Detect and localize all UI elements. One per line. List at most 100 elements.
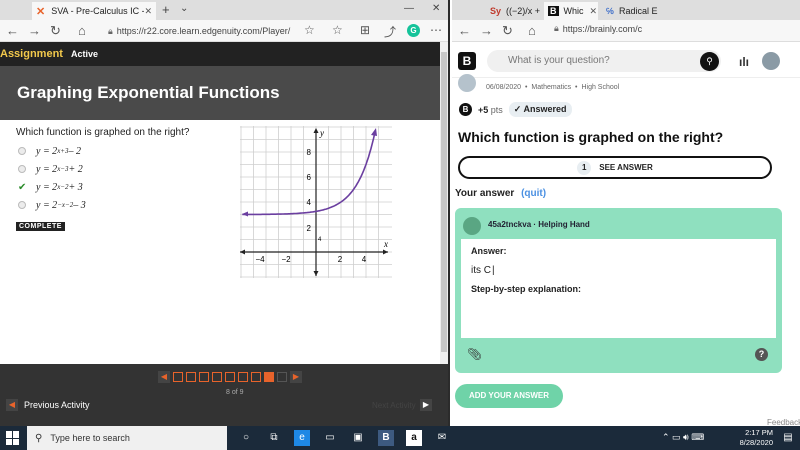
back-arrow-icon[interactable]: ←: [6, 23, 19, 38]
forward-arrow-icon[interactable]: →: [480, 23, 493, 38]
more-menu-icon[interactable]: ⋯: [430, 23, 442, 37]
favorite-star-icon[interactable]: ☆: [304, 23, 315, 37]
url-text: https://brainly.com/c: [562, 23, 643, 34]
tab-dropdown-icon[interactable]: ⌄: [180, 3, 188, 14]
assignment-bar: Assignment Active: [0, 42, 448, 66]
y-axis-label: y: [319, 128, 324, 138]
option-tail: + 2: [68, 163, 83, 175]
refresh-icon[interactable]: ↻: [50, 23, 61, 39]
back-arrow-icon[interactable]: ←: [458, 23, 471, 38]
active-label[interactable]: Active: [71, 49, 98, 59]
next-activity-label[interactable]: Next Activity: [372, 401, 416, 410]
prev-page-icon[interactable]: ◀: [158, 371, 170, 383]
previous-activity-button[interactable]: ◀ Previous Activity: [6, 399, 90, 411]
see-answer-button[interactable]: 1 SEE ANSWER: [458, 156, 772, 179]
mail-icon[interactable]: ✉: [434, 430, 450, 446]
windows-start-icon[interactable]: [6, 431, 20, 445]
page-dot[interactable]: [186, 372, 196, 382]
option-d[interactable]: y = 2 −x−2 – 3: [18, 198, 86, 212]
clock[interactable]: 2:17 PM 8/28/2020: [733, 428, 773, 448]
helper-name[interactable]: 45a2tnckva: [488, 220, 531, 229]
lock-icon: 🔒︎: [554, 23, 559, 33]
url-field[interactable]: 🔒︎ https://r22.core.learn.edgenuity.com/…: [108, 23, 326, 39]
helper-avatar[interactable]: [463, 217, 481, 235]
taskbar-search[interactable]: ⚲ Type here to search: [27, 426, 227, 450]
page-dot[interactable]: [173, 372, 183, 382]
radio-button[interactable]: [18, 147, 26, 155]
quit-link[interactable]: (quit): [521, 188, 546, 199]
page-dot[interactable]: [277, 372, 287, 382]
close-tab-icon[interactable]: ✕: [144, 6, 152, 17]
brainly-logo-icon[interactable]: B: [458, 52, 476, 70]
add-answer-button[interactable]: ADD YOUR ANSWER: [455, 384, 563, 408]
next-page-icon[interactable]: ▶: [290, 371, 302, 383]
attachment-icon[interactable]: 📎︎: [467, 347, 482, 361]
page-dot[interactable]: [225, 372, 235, 382]
browser-tab-radical[interactable]: ℅ Radical E: [602, 2, 662, 20]
option-b[interactable]: y = 2 x−3 + 2: [18, 162, 83, 176]
home-icon[interactable]: ⌂: [528, 23, 536, 38]
lesson-header: Graphing Exponential Functions: [0, 66, 448, 120]
page-dot[interactable]: [251, 372, 261, 382]
notification-icon[interactable]: ▤: [780, 430, 796, 446]
next-activity-icon[interactable]: ▶: [420, 399, 432, 411]
help-icon[interactable]: ?: [755, 348, 768, 361]
reading-list-icon[interactable]: ⊞: [360, 23, 370, 37]
assignment-label[interactable]: Assignment: [0, 48, 63, 60]
leaderboard-icon[interactable]: ılı: [739, 55, 749, 69]
question-text: Which function is graphed on the right?: [16, 127, 190, 138]
search-icon[interactable]: ⚲: [700, 52, 719, 71]
page-dot[interactable]: [199, 372, 209, 382]
task-view-icon[interactable]: ⧉: [266, 430, 282, 446]
tab-title: Whic: [563, 6, 584, 16]
new-tab-button[interactable]: +: [162, 2, 170, 17]
browser-tab-edgenuity[interactable]: ✕ SVA - Pre-Calculus IC - E ✕: [32, 2, 156, 20]
left-browser-window: ✕ SVA - Pre-Calculus IC - E ✕ + ⌄ — ✕ ← …: [0, 0, 450, 426]
store-icon[interactable]: ▣: [350, 430, 366, 446]
left-scrollbar[interactable]: [440, 42, 448, 364]
x-axis-label: x: [383, 239, 388, 249]
browser-tab-symbolab[interactable]: Sy ((−2)/x +: [486, 2, 542, 20]
url-field[interactable]: 🔒︎ https://brainly.com/c: [554, 23, 642, 34]
edge-browser-icon[interactable]: e: [294, 430, 310, 446]
page-dot-current[interactable]: [264, 372, 274, 382]
page-dot[interactable]: [238, 372, 248, 382]
system-tray[interactable]: ⌃ ▭ 🔊︎ ⌨: [662, 432, 704, 443]
close-window-icon[interactable]: ✕: [432, 3, 440, 14]
option-exponent: x+3: [57, 147, 69, 155]
file-explorer-icon[interactable]: ▭: [322, 430, 338, 446]
close-tab-icon[interactable]: ✕: [590, 6, 598, 17]
option-exponent: x−2: [57, 183, 69, 191]
option-tail: – 3: [73, 199, 86, 211]
option-a[interactable]: y = 2 x+3 – 2: [18, 144, 81, 158]
answer-editor[interactable]: Answer: its C Step-by-step explanation:: [461, 239, 776, 338]
prev-activity-icon: ◀: [6, 399, 18, 411]
asker-avatar[interactable]: [458, 74, 476, 92]
browser-tab-brainly[interactable]: B Whic ✕: [544, 2, 598, 20]
grammarly-icon[interactable]: G: [407, 24, 420, 37]
search-input[interactable]: What is your question?: [487, 50, 721, 72]
brainly-app-icon[interactable]: B: [378, 430, 394, 446]
amazon-icon[interactable]: a: [406, 430, 422, 446]
curve-left-arrow: [242, 211, 248, 217]
feedback-tab[interactable]: Feedback: [767, 418, 800, 426]
refresh-icon[interactable]: ↻: [502, 23, 513, 39]
minimize-icon[interactable]: —: [404, 3, 414, 14]
option-exponent: x−3: [57, 165, 69, 173]
avatar[interactable]: [762, 52, 780, 70]
option-c[interactable]: ✔ y = 2 x−2 + 3: [18, 180, 83, 194]
page-dot[interactable]: [212, 372, 222, 382]
asker-subject[interactable]: Mathematics: [531, 84, 571, 91]
tab-title: Radical E: [618, 6, 658, 16]
answer-text[interactable]: its C: [471, 265, 495, 276]
forward-arrow-icon[interactable]: →: [28, 23, 41, 38]
scroll-thumb[interactable]: [441, 52, 447, 352]
favorites-bar-icon[interactable]: ☆: [332, 23, 343, 37]
radio-button[interactable]: [18, 165, 26, 173]
share-icon[interactable]: ⤴: [384, 23, 396, 40]
checkmark-icon[interactable]: ✔: [18, 182, 26, 193]
x-tick-label: −4: [255, 255, 265, 264]
radio-button[interactable]: [18, 201, 26, 209]
cortana-icon[interactable]: ○: [238, 430, 254, 446]
home-icon[interactable]: ⌂: [78, 23, 86, 38]
